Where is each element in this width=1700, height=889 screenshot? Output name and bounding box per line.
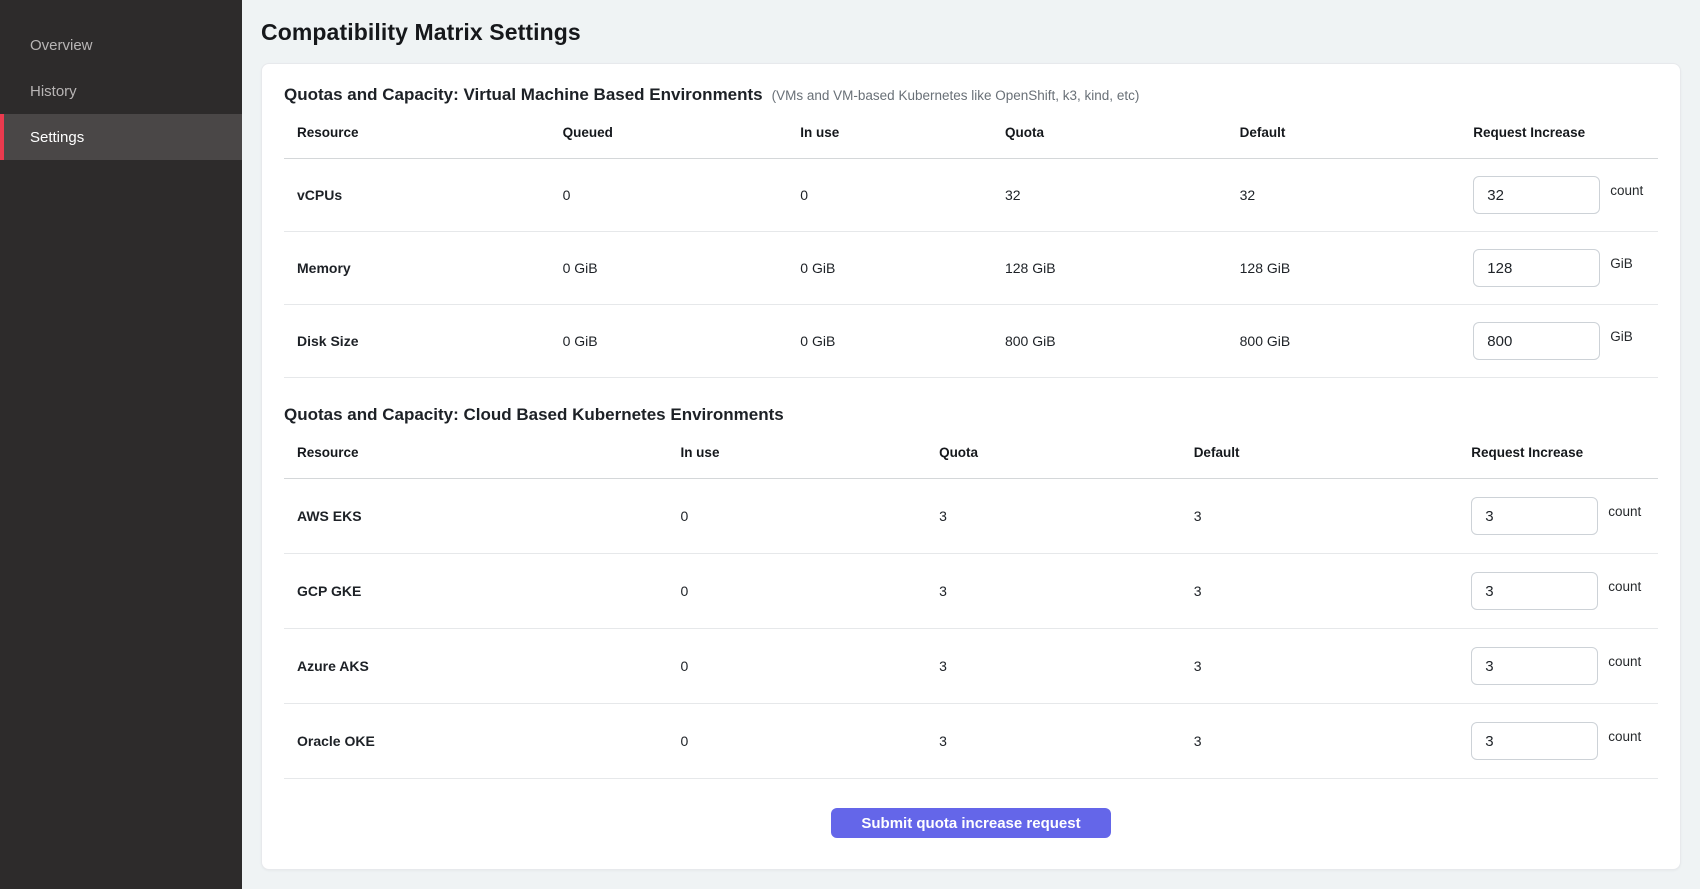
- table-row: Azure AKS 0 3 3 count: [284, 629, 1658, 704]
- column-header-default: Default: [1227, 125, 1461, 140]
- submit-quota-increase-button[interactable]: Submit quota increase request: [831, 808, 1110, 838]
- unit-label: count: [1608, 579, 1641, 594]
- resource-name: Oracle OKE: [284, 733, 667, 749]
- request-increase-input[interactable]: [1473, 322, 1600, 360]
- unit-label: count: [1608, 504, 1641, 519]
- default-value: 3: [1181, 583, 1459, 599]
- vm-section-header: Quotas and Capacity: Virtual Machine Bas…: [284, 85, 1658, 105]
- sidebar-item-label: Overview: [30, 37, 93, 54]
- in-use-value: 0: [667, 508, 926, 524]
- cloud-section-title: Quotas and Capacity: Cloud Based Kuberne…: [284, 405, 784, 425]
- request-increase-input[interactable]: [1471, 572, 1598, 610]
- table-row: Memory 0 GiB 0 GiB 128 GiB 128 GiB GiB: [284, 232, 1658, 305]
- vm-section-title: Quotas and Capacity: Virtual Machine Bas…: [284, 85, 763, 105]
- request-increase-cell: GiB: [1460, 322, 1658, 360]
- quota-value: 32: [992, 187, 1227, 203]
- unit-label: count: [1608, 729, 1641, 744]
- sidebar-item-history[interactable]: History: [0, 68, 242, 114]
- default-value: 3: [1181, 733, 1459, 749]
- sidebar-item-label: Settings: [30, 129, 84, 146]
- main-content: Compatibility Matrix Settings Quotas and…: [242, 0, 1700, 889]
- column-header-in-use: In use: [787, 125, 992, 140]
- request-increase-cell: count: [1458, 497, 1658, 535]
- request-increase-cell: count: [1458, 722, 1658, 760]
- column-header-in-use: In use: [667, 445, 926, 460]
- resource-name: Memory: [284, 260, 550, 276]
- app-window: Overview History Settings Compatibility …: [0, 0, 1700, 889]
- quota-value: 3: [926, 658, 1181, 674]
- cloud-table-body: AWS EKS 0 3 3 count GCP GKE 0 3 3 count …: [284, 479, 1658, 779]
- quota-value: 3: [926, 733, 1181, 749]
- default-value: 3: [1181, 508, 1459, 524]
- request-increase-input[interactable]: [1471, 497, 1598, 535]
- in-use-value: 0: [787, 187, 992, 203]
- cloud-quotas-section: Quotas and Capacity: Cloud Based Kuberne…: [284, 378, 1658, 779]
- column-header-resource: Resource: [284, 445, 667, 460]
- resource-name: vCPUs: [284, 187, 550, 203]
- request-increase-input[interactable]: [1471, 647, 1598, 685]
- resource-name: Disk Size: [284, 333, 550, 349]
- quota-value: 3: [926, 583, 1181, 599]
- vm-quotas-table: Resource Queued In use Quota Default Req…: [284, 106, 1658, 378]
- resource-name: GCP GKE: [284, 583, 667, 599]
- vm-table-body: vCPUs 0 0 32 32 count Memory 0 GiB 0 GiB…: [284, 159, 1658, 378]
- request-increase-cell: count: [1458, 572, 1658, 610]
- vm-table-header-row: Resource Queued In use Quota Default Req…: [284, 106, 1658, 159]
- request-increase-input[interactable]: [1471, 722, 1598, 760]
- settings-card: Quotas and Capacity: Virtual Machine Bas…: [261, 63, 1681, 870]
- column-header-request-increase: Request Increase: [1458, 445, 1658, 460]
- table-row: AWS EKS 0 3 3 count: [284, 479, 1658, 554]
- queued-value: 0: [550, 187, 788, 203]
- table-row: vCPUs 0 0 32 32 count: [284, 159, 1658, 232]
- submit-area: Submit quota increase request: [284, 808, 1658, 838]
- page-title: Compatibility Matrix Settings: [261, 19, 1681, 46]
- resource-name: Azure AKS: [284, 658, 667, 674]
- request-increase-input[interactable]: [1473, 176, 1600, 214]
- column-header-request-increase: Request Increase: [1460, 125, 1658, 140]
- unit-label: count: [1608, 654, 1641, 669]
- request-increase-cell: GiB: [1460, 249, 1658, 287]
- sidebar-item-overview[interactable]: Overview: [0, 22, 242, 68]
- request-increase-input[interactable]: [1473, 249, 1600, 287]
- column-header-quota: Quota: [926, 445, 1181, 460]
- vm-quotas-section: Quotas and Capacity: Virtual Machine Bas…: [284, 85, 1658, 378]
- column-header-quota: Quota: [992, 125, 1227, 140]
- queued-value: 0 GiB: [550, 260, 788, 276]
- cloud-quotas-table: Resource In use Quota Default Request In…: [284, 426, 1658, 779]
- request-increase-cell: count: [1458, 647, 1658, 685]
- sidebar-item-label: History: [30, 83, 77, 100]
- table-row: Disk Size 0 GiB 0 GiB 800 GiB 800 GiB Gi…: [284, 305, 1658, 378]
- column-header-queued: Queued: [550, 125, 788, 140]
- column-header-resource: Resource: [284, 125, 550, 140]
- request-increase-cell: count: [1460, 176, 1658, 214]
- table-row: GCP GKE 0 3 3 count: [284, 554, 1658, 629]
- in-use-value: 0 GiB: [787, 260, 992, 276]
- quota-value: 3: [926, 508, 1181, 524]
- quota-value: 800 GiB: [992, 333, 1227, 349]
- cloud-table-header-row: Resource In use Quota Default Request In…: [284, 426, 1658, 479]
- queued-value: 0 GiB: [550, 333, 788, 349]
- vm-section-subtitle: (VMs and VM-based Kubernetes like OpenSh…: [772, 88, 1140, 103]
- sidebar: Overview History Settings: [0, 0, 242, 889]
- sidebar-item-settings[interactable]: Settings: [0, 114, 242, 160]
- in-use-value: 0 GiB: [787, 333, 992, 349]
- default-value: 128 GiB: [1227, 260, 1461, 276]
- default-value: 3: [1181, 658, 1459, 674]
- default-value: 32: [1227, 187, 1461, 203]
- unit-label: GiB: [1610, 329, 1633, 344]
- column-header-default: Default: [1181, 445, 1459, 460]
- in-use-value: 0: [667, 583, 926, 599]
- resource-name: AWS EKS: [284, 508, 667, 524]
- default-value: 800 GiB: [1227, 333, 1461, 349]
- in-use-value: 0: [667, 733, 926, 749]
- unit-label: GiB: [1610, 256, 1633, 271]
- table-row: Oracle OKE 0 3 3 count: [284, 704, 1658, 779]
- in-use-value: 0: [667, 658, 926, 674]
- quota-value: 128 GiB: [992, 260, 1227, 276]
- cloud-section-header: Quotas and Capacity: Cloud Based Kuberne…: [284, 378, 1658, 425]
- unit-label: count: [1610, 183, 1643, 198]
